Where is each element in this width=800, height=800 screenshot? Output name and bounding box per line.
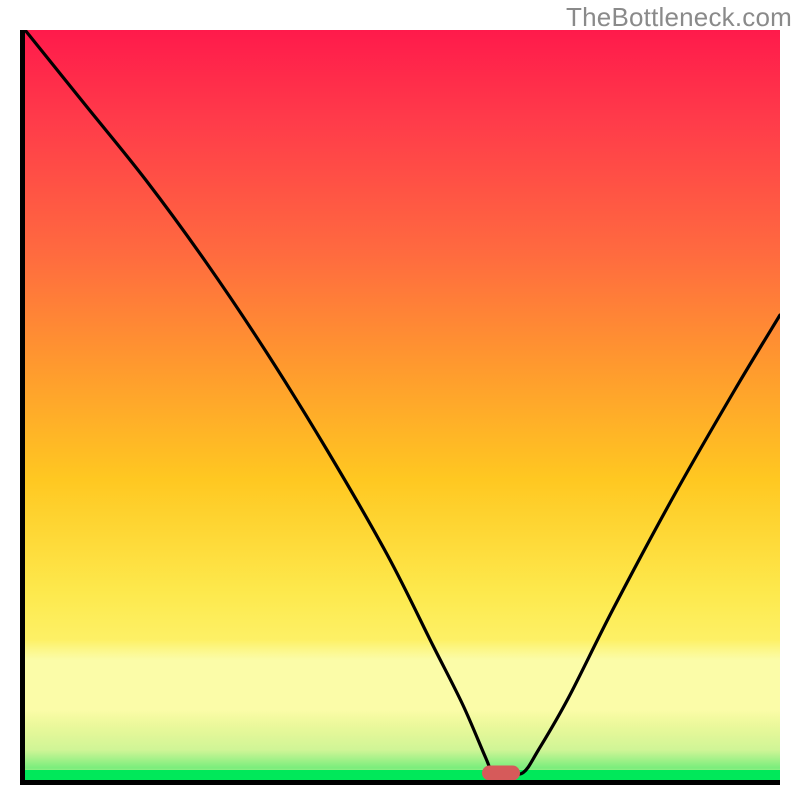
curve-svg xyxy=(25,30,780,780)
chart-canvas: TheBottleneck.com xyxy=(0,0,800,800)
bottleneck-curve-path xyxy=(25,30,780,774)
watermark-text: TheBottleneck.com xyxy=(566,2,792,33)
plot-area xyxy=(20,30,780,785)
minimum-marker xyxy=(482,765,520,780)
